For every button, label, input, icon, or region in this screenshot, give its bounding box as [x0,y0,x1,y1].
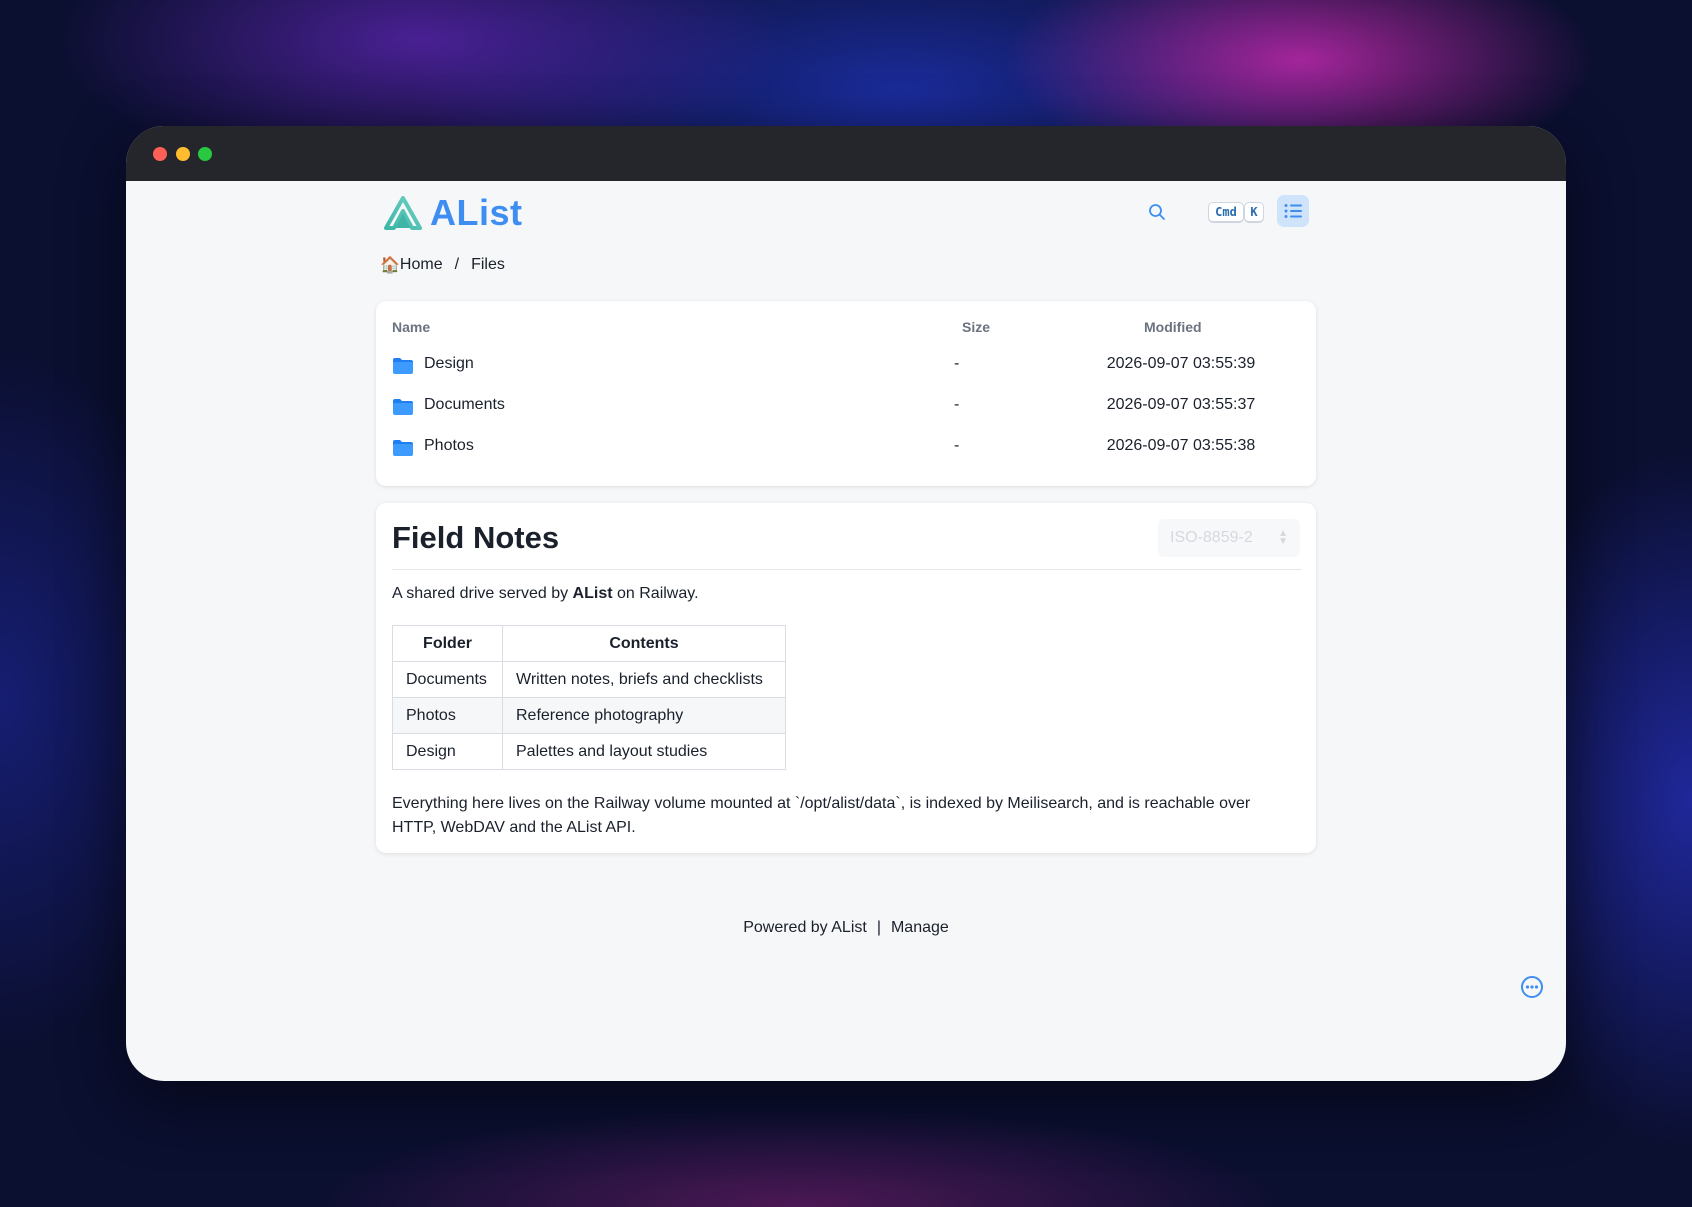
file-row-photos[interactable]: Photos - 2026-09-07 03:55:38 [376,428,1316,468]
window-titlebar [126,126,1566,181]
file-row-documents[interactable]: Documents - 2026-09-07 03:55:37 [376,387,1316,427]
file-size: - [954,396,960,413]
column-header-modified[interactable]: Modified [1144,319,1202,335]
shortcut-key-cmd: Cmd [1208,202,1244,223]
folder-icon [393,440,413,456]
powered-by-link[interactable]: Powered by AList [743,919,867,936]
file-modified: 2026-09-07 03:55:39 [1106,355,1256,372]
more-options-button[interactable] [1520,975,1544,999]
readme-intro: A shared drive served by AList on Railwa… [392,585,699,603]
file-name: Design [424,355,474,372]
search-icon [1149,204,1165,220]
list-icon [1284,204,1302,218]
select-chevron-icon: ▲ ▼ [1278,528,1288,547]
alist-logo-icon [384,196,422,230]
table-header: Contents [502,625,786,662]
folder-icon [393,358,413,374]
file-modified: 2026-09-07 03:55:38 [1106,437,1256,454]
readme-title: Field Notes [392,520,560,555]
file-modified: 2026-09-07 03:55:37 [1106,396,1256,413]
table-header: Folder [392,625,503,662]
footer: Powered by AList | Manage [126,919,1566,937]
search-button[interactable] [1142,197,1172,227]
intro-text-end: on Railway. [612,585,699,602]
page-content: AList Cmd K 🏠 Home / Files Name Size Mod… [126,181,1566,1081]
intro-bold-text: AList [572,585,613,602]
breadcrumb-home[interactable]: Home [400,256,443,274]
layout-toggle-button[interactable] [1277,195,1309,227]
table-row: Design Palettes and layout studies [392,733,786,770]
table-row: Documents Written notes, briefs and chec… [392,661,786,698]
file-size: - [954,355,960,372]
minimize-window-button[interactable] [176,147,190,161]
manage-link[interactable]: Manage [891,919,949,936]
browser-window: AList Cmd K 🏠 Home / Files Name Size Mod… [126,126,1566,1081]
breadcrumb-separator: / [454,256,460,273]
table-cell: Design [392,733,503,770]
logo-text: AList [430,192,523,233]
breadcrumb: 🏠 Home / Files [380,253,505,277]
breadcrumb-files[interactable]: Files [471,256,505,274]
file-name: Photos [424,437,474,454]
maximize-window-button[interactable] [198,147,212,161]
column-header-name[interactable]: Name [392,319,430,335]
encoding-select[interactable]: ISO-8859-2 ▲ ▼ [1158,519,1300,557]
readme-outro: Everything here lives on the Railway vol… [392,795,1251,836]
close-window-button[interactable] [153,147,167,161]
file-size: - [954,437,960,454]
table-cell: Documents [392,661,503,698]
table-cell: Palettes and layout studies [502,733,786,770]
footer-separator: | [876,919,881,936]
intro-text: A shared drive served by [392,585,573,602]
file-row-design[interactable]: Design - 2026-09-07 03:55:39 [376,346,1316,386]
more-icon [1521,976,1543,998]
app-logo[interactable]: AList [384,191,523,235]
folder-table: Folder Contents Documents Written notes,… [392,625,786,770]
shortcut-key-k: K [1244,202,1264,223]
file-name: Documents [424,396,505,413]
table-cell: Reference photography [502,697,786,734]
table-cell: Written notes, briefs and checklists [502,661,786,698]
divider [392,569,1302,570]
file-list: Name Size Modified Design - 2026-09-07 0… [376,301,1316,486]
column-header-size[interactable]: Size [962,319,990,335]
folder-icon [393,399,413,415]
encoding-value: ISO-8859-2 [1170,529,1253,546]
readme-panel: Field Notes ISO-8859-2 ▲ ▼ A shared drive… [376,503,1316,853]
table-cell: Photos [392,697,503,734]
home-icon: 🏠 [380,257,400,274]
table-row: Photos Reference photography [392,697,786,734]
